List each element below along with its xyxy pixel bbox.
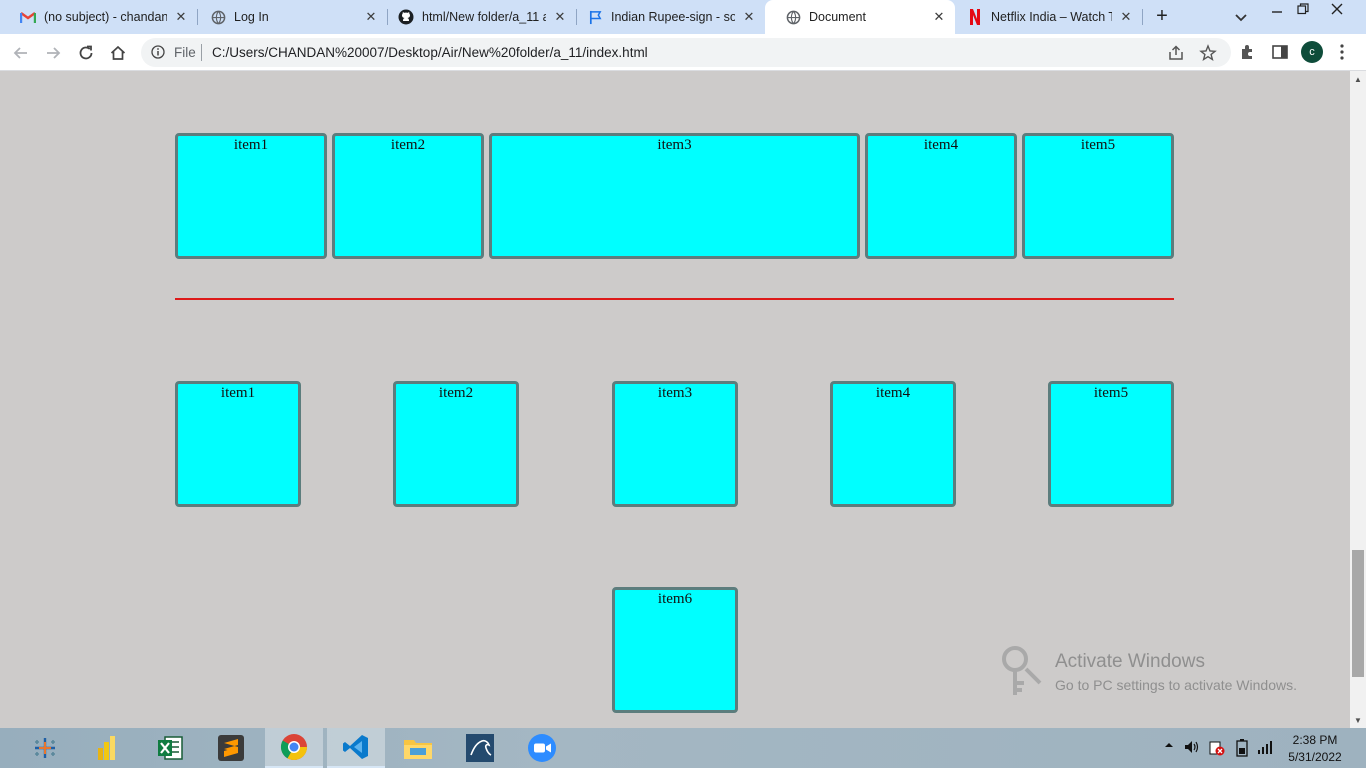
tab-separator [1142, 9, 1143, 25]
address-bar[interactable]: File C:/Users/CHANDAN%20007/Desktop/Air/… [141, 38, 1231, 67]
extensions-icon[interactable] [1238, 42, 1258, 62]
close-tab-icon[interactable]: ✕ [173, 9, 189, 25]
info-icon[interactable] [151, 45, 165, 59]
red-divider [175, 298, 1174, 300]
gmail-icon [20, 9, 36, 25]
vscode-icon[interactable] [327, 728, 385, 768]
flex-item-3: item3 [489, 133, 860, 259]
tray-chevron-up-icon[interactable] [1160, 739, 1178, 757]
tableau-icon[interactable] [27, 732, 63, 764]
volume-icon[interactable] [1183, 739, 1201, 757]
watermark-title: Activate Windows [1055, 651, 1205, 672]
flex-item-1: item1 [175, 133, 327, 259]
clock-time[interactable]: 2:38 PM [1285, 733, 1345, 747]
scrollbar-thumb[interactable] [1352, 550, 1364, 677]
tab-title: html/New folder/a_11 a [422, 10, 546, 24]
browser-toolbar: File C:/Users/CHANDAN%20007/Desktop/Air/… [0, 34, 1366, 71]
share-icon[interactable] [1167, 44, 1185, 62]
globe-icon [210, 9, 226, 25]
flex-item-4: item4 [865, 133, 1017, 259]
globe-icon [785, 9, 801, 25]
key-icon [1000, 643, 1050, 698]
flex-item-5: item5 [1022, 133, 1174, 259]
chrome-icon[interactable] [265, 728, 323, 768]
tab-title: Netflix India – Watch TV [991, 10, 1112, 24]
tab-login[interactable]: Log In ✕ [190, 0, 387, 34]
chevron-down-icon[interactable] [1230, 6, 1252, 28]
menu-kebab-icon[interactable] [1336, 42, 1348, 62]
new-tab-button[interactable]: + [1150, 5, 1174, 29]
close-tab-icon[interactable]: ✕ [931, 9, 947, 25]
netflix-icon [967, 9, 983, 25]
mysql-icon[interactable] [462, 732, 498, 764]
vertical-scrollbar[interactable]: ▲ ▼ [1350, 71, 1366, 728]
tab-strip: (no subject) - chandan9 ✕ Log In ✕ html/… [0, 0, 1366, 34]
wrap-item-4: item4 [830, 381, 956, 507]
side-panel-icon[interactable] [1270, 42, 1290, 62]
github-icon [398, 9, 414, 25]
zoom-icon[interactable] [524, 732, 560, 764]
clock-date[interactable]: 5/31/2022 [1282, 750, 1348, 764]
flag-icon [587, 9, 603, 25]
wrap-item-3: item3 [612, 381, 738, 507]
battery-icon[interactable] [1233, 739, 1251, 757]
omnibox-separator [201, 44, 202, 61]
scroll-down-icon[interactable]: ▼ [1354, 716, 1362, 725]
sublime-icon[interactable] [213, 732, 249, 764]
tab-github[interactable]: html/New folder/a_11 a ✕ [378, 0, 576, 34]
network-error-icon[interactable] [1208, 739, 1226, 757]
scheme-label: File [174, 45, 196, 60]
tab-title: (no subject) - chandan9 [44, 10, 167, 24]
flex-item-2: item2 [332, 133, 484, 259]
profile-avatar[interactable]: c [1301, 41, 1323, 63]
excel-icon[interactable] [152, 732, 188, 764]
powerbi-icon[interactable] [89, 732, 125, 764]
scroll-up-icon[interactable]: ▲ [1354, 75, 1362, 84]
close-tab-icon[interactable]: ✕ [741, 9, 757, 25]
wrap-item-1: item1 [175, 381, 301, 507]
tab-gmail[interactable]: (no subject) - chandan9 ✕ [0, 0, 197, 34]
restore-icon[interactable] [1288, 0, 1318, 22]
bookmark-star-icon[interactable] [1199, 44, 1217, 62]
tab-title: Log In [234, 10, 269, 24]
reload-icon[interactable] [73, 40, 99, 66]
close-window-icon[interactable] [1322, 0, 1352, 22]
page-viewport: item1 item2 item3 item4 item5 item1 item… [0, 71, 1350, 728]
wrap-item-2: item2 [393, 381, 519, 507]
wrap-item-5: item5 [1048, 381, 1174, 507]
home-icon[interactable] [105, 40, 131, 66]
wrap-item-6: item6 [612, 587, 738, 713]
close-tab-icon[interactable]: ✕ [363, 9, 379, 25]
file-explorer-icon[interactable] [400, 732, 436, 764]
signal-icon[interactable] [1256, 739, 1274, 757]
url-text[interactable]: C:/Users/CHANDAN%20007/Desktop/Air/New%2… [212, 45, 648, 60]
close-tab-icon[interactable]: ✕ [1118, 9, 1134, 25]
close-tab-icon[interactable]: ✕ [552, 9, 568, 25]
back-icon[interactable] [8, 40, 34, 66]
tab-document[interactable]: Document ✕ [765, 0, 955, 34]
tab-rupee[interactable]: Indian Rupee-sign - sol ✕ [567, 0, 765, 34]
tab-netflix[interactable]: Netflix India – Watch TV ✕ [947, 0, 1142, 34]
watermark-subtitle: Go to PC settings to activate Windows. [1055, 677, 1297, 693]
tab-title: Indian Rupee-sign - sol [611, 10, 735, 24]
windows-taskbar: 2:38 PM 5/31/2022 [0, 728, 1366, 768]
forward-icon[interactable] [40, 40, 66, 66]
tab-title: Document [809, 10, 866, 24]
